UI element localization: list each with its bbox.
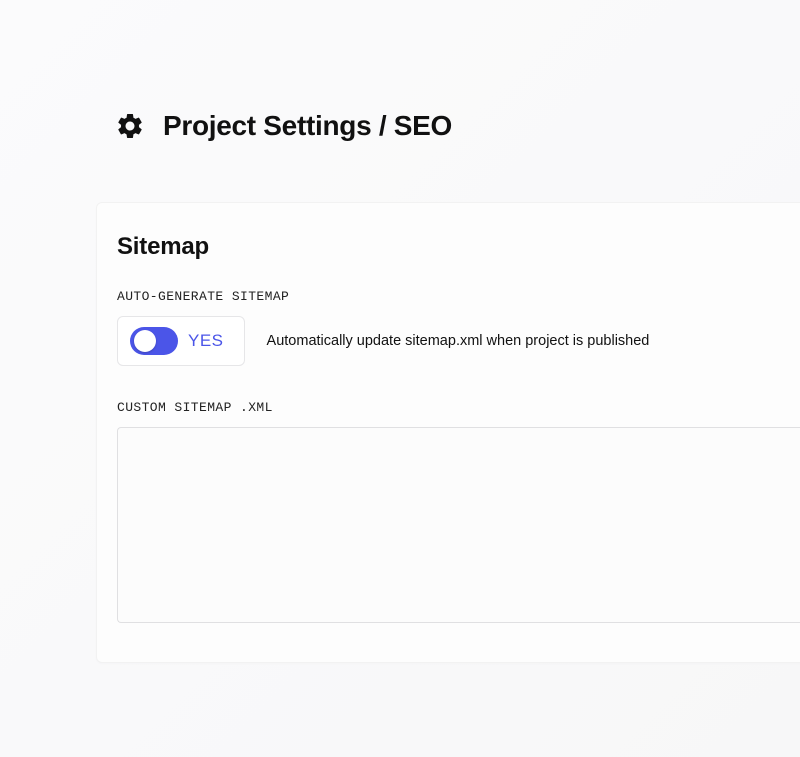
section-title: Sitemap	[117, 233, 800, 261]
custom-sitemap-label: CUSTOM SITEMAP .XML	[117, 400, 800, 415]
sitemap-panel: Sitemap AUTO-GENERATE SITEMAP YES Automa…	[96, 202, 800, 663]
auto-generate-row: YES Automatically update sitemap.xml whe…	[117, 316, 800, 366]
toggle-switch	[130, 327, 178, 355]
page-title: Project Settings / SEO	[163, 110, 452, 142]
auto-generate-label: AUTO-GENERATE SITEMAP	[117, 289, 800, 304]
auto-generate-toggle[interactable]: YES	[117, 316, 245, 366]
page-header: Project Settings / SEO	[0, 0, 800, 142]
toggle-knob	[134, 330, 156, 352]
toggle-state-label: YES	[188, 331, 224, 351]
auto-generate-description: Automatically update sitemap.xml when pr…	[267, 333, 650, 349]
custom-sitemap-textarea[interactable]	[117, 427, 800, 623]
gear-icon	[115, 111, 145, 141]
